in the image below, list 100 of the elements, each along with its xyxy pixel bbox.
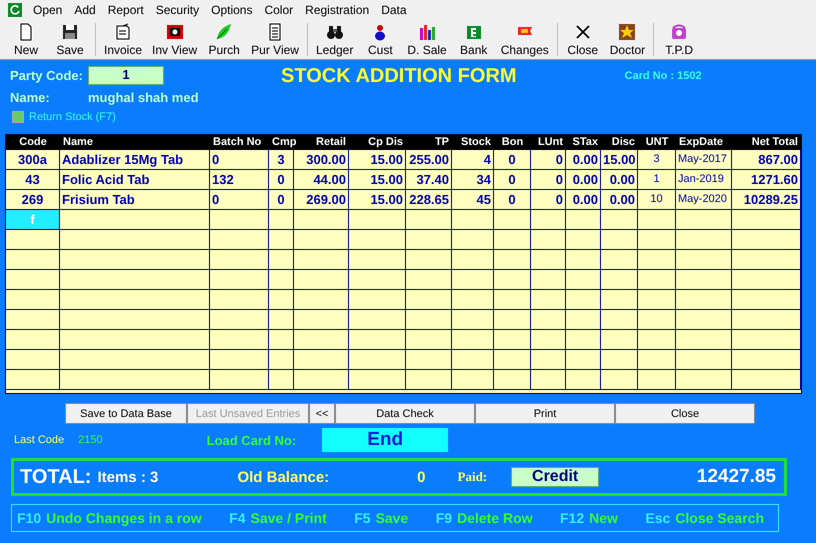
empty-cell[interactable] <box>294 370 349 390</box>
empty-cell[interactable] <box>406 250 452 270</box>
empty-cell[interactable] <box>210 350 269 370</box>
empty-cell[interactable] <box>452 330 494 350</box>
toolbar-button[interactable]: Inv View <box>147 20 202 59</box>
empty-cell[interactable] <box>210 210 269 230</box>
empty-cell[interactable] <box>406 310 452 330</box>
toolbar-button[interactable]: Ledger <box>310 20 358 59</box>
form-button[interactable]: << <box>309 403 335 424</box>
empty-cell[interactable] <box>732 310 801 330</box>
toolbar-button[interactable]: Purch <box>202 20 246 59</box>
empty-cell[interactable] <box>732 250 801 270</box>
empty-cell[interactable] <box>349 230 406 250</box>
empty-cell[interactable] <box>349 250 406 270</box>
empty-cell[interactable] <box>6 370 60 390</box>
empty-cell[interactable] <box>676 250 732 270</box>
empty-cell[interactable] <box>210 370 269 390</box>
empty-cell[interactable] <box>638 310 676 330</box>
empty-cell[interactable] <box>601 350 638 370</box>
empty-cell[interactable] <box>269 370 294 390</box>
empty-cell[interactable] <box>566 310 601 330</box>
empty-cell[interactable] <box>60 270 210 290</box>
empty-cell[interactable] <box>349 350 406 370</box>
empty-cell[interactable] <box>452 290 494 310</box>
empty-cell[interactable] <box>210 330 269 350</box>
empty-cell[interactable] <box>60 350 210 370</box>
empty-cell[interactable] <box>294 310 349 330</box>
empty-cell[interactable] <box>60 330 210 350</box>
empty-cell[interactable] <box>452 210 494 230</box>
toolbar-button[interactable]: Cust <box>358 20 402 59</box>
empty-cell[interactable] <box>494 310 531 330</box>
toolbar-button[interactable]: Changes <box>496 20 554 59</box>
empty-cell[interactable] <box>452 310 494 330</box>
toolbar-button[interactable]: Close <box>560 20 605 59</box>
empty-cell[interactable] <box>6 290 60 310</box>
empty-cell[interactable] <box>732 290 801 310</box>
empty-cell[interactable] <box>601 290 638 310</box>
empty-cell[interactable] <box>349 290 406 310</box>
empty-cell[interactable] <box>732 350 801 370</box>
empty-cell[interactable] <box>494 290 531 310</box>
empty-cell[interactable] <box>294 270 349 290</box>
empty-cell[interactable] <box>6 330 60 350</box>
toolbar-button[interactable]: T.P.D <box>657 20 702 59</box>
paid-field[interactable]: Credit <box>511 467 600 487</box>
empty-cell[interactable] <box>732 210 801 230</box>
empty-cell[interactable] <box>269 350 294 370</box>
empty-cell[interactable] <box>638 250 676 270</box>
toolbar-button[interactable]: Save <box>48 20 92 59</box>
empty-cell[interactable] <box>406 370 452 390</box>
empty-cell[interactable] <box>406 210 452 230</box>
form-button[interactable]: Close <box>615 403 755 424</box>
empty-cell[interactable] <box>732 330 801 350</box>
empty-cell[interactable] <box>452 250 494 270</box>
empty-cell[interactable] <box>601 330 638 350</box>
empty-cell[interactable] <box>566 270 601 290</box>
empty-cell[interactable] <box>294 250 349 270</box>
empty-cell[interactable] <box>531 370 566 390</box>
empty-cell[interactable] <box>638 350 676 370</box>
empty-cell[interactable] <box>638 370 676 390</box>
toolbar-button[interactable]: New <box>4 20 48 59</box>
empty-cell[interactable] <box>566 290 601 310</box>
empty-cell[interactable] <box>210 270 269 290</box>
empty-cell[interactable] <box>494 330 531 350</box>
empty-cell[interactable] <box>494 250 531 270</box>
empty-cell[interactable] <box>269 270 294 290</box>
empty-cell[interactable] <box>269 250 294 270</box>
empty-cell[interactable] <box>406 350 452 370</box>
empty-cell[interactable] <box>638 210 676 230</box>
empty-cell[interactable] <box>294 230 349 250</box>
empty-cell[interactable] <box>210 310 269 330</box>
empty-cell[interactable] <box>494 210 531 230</box>
empty-cell[interactable] <box>349 330 406 350</box>
empty-cell[interactable] <box>531 350 566 370</box>
empty-cell[interactable] <box>6 310 60 330</box>
empty-cell[interactable] <box>566 370 601 390</box>
empty-cell[interactable] <box>638 230 676 250</box>
empty-cell[interactable] <box>601 210 638 230</box>
empty-cell[interactable] <box>452 270 494 290</box>
empty-cell[interactable] <box>60 310 210 330</box>
empty-cell[interactable] <box>6 250 60 270</box>
empty-cell[interactable] <box>6 230 60 250</box>
empty-cell[interactable] <box>601 270 638 290</box>
empty-cell[interactable] <box>531 310 566 330</box>
empty-cell[interactable] <box>676 330 732 350</box>
empty-cell[interactable] <box>732 230 801 250</box>
menu-item[interactable]: Report <box>104 3 153 17</box>
empty-cell[interactable] <box>638 290 676 310</box>
empty-cell[interactable] <box>601 310 638 330</box>
empty-cell[interactable] <box>60 290 210 310</box>
empty-cell[interactable] <box>406 290 452 310</box>
empty-cell[interactable] <box>406 270 452 290</box>
empty-cell[interactable] <box>406 330 452 350</box>
empty-cell[interactable] <box>676 370 732 390</box>
load-card-field[interactable]: End <box>322 428 448 452</box>
empty-cell[interactable] <box>732 270 801 290</box>
empty-cell[interactable] <box>294 210 349 230</box>
empty-cell[interactable] <box>494 370 531 390</box>
empty-cell[interactable] <box>269 210 294 230</box>
empty-cell[interactable] <box>531 330 566 350</box>
menu-item[interactable]: Open <box>30 3 72 17</box>
